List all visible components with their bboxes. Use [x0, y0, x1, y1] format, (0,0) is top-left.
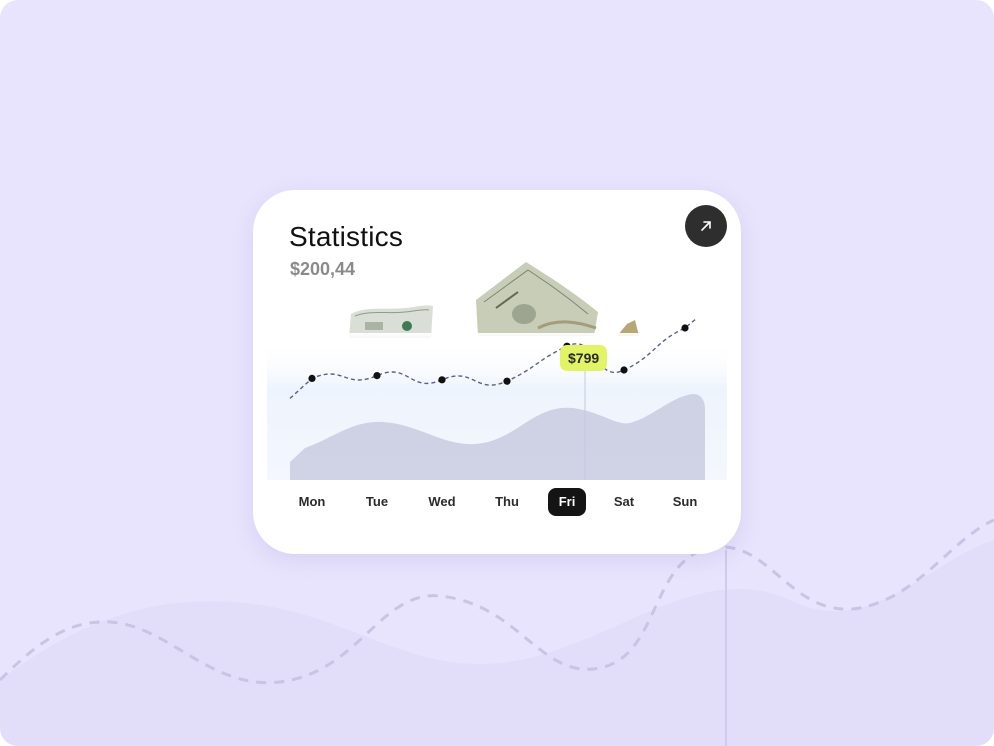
data-point-wed[interactable]	[438, 376, 446, 384]
data-point-sat[interactable]	[620, 366, 628, 374]
data-point-tue[interactable]	[373, 372, 381, 380]
day-selector: Mon Tue Wed Thu Fri Sat Sun	[253, 488, 741, 518]
value-tooltip: $799	[560, 345, 608, 371]
background-canvas: Statistics $200,44 $799 Mon Tue Wed Thu …	[0, 0, 994, 746]
day-tab-sun[interactable]: Sun	[663, 488, 707, 516]
day-tab-thu[interactable]: Thu	[485, 488, 529, 516]
data-point-sun[interactable]	[681, 324, 689, 332]
data-point-mon[interactable]	[308, 374, 316, 382]
day-tab-mon[interactable]: Mon	[290, 488, 334, 516]
day-tab-wed[interactable]: Wed	[420, 488, 464, 516]
data-point-thu[interactable]	[503, 377, 511, 385]
day-tab-tue[interactable]: Tue	[355, 488, 399, 516]
background-area	[0, 540, 994, 746]
statistics-card: Statistics $200,44 $799 Mon Tue Wed Thu …	[253, 190, 741, 554]
day-tab-sat[interactable]: Sat	[602, 488, 646, 516]
day-tab-fri[interactable]: Fri	[548, 488, 586, 516]
